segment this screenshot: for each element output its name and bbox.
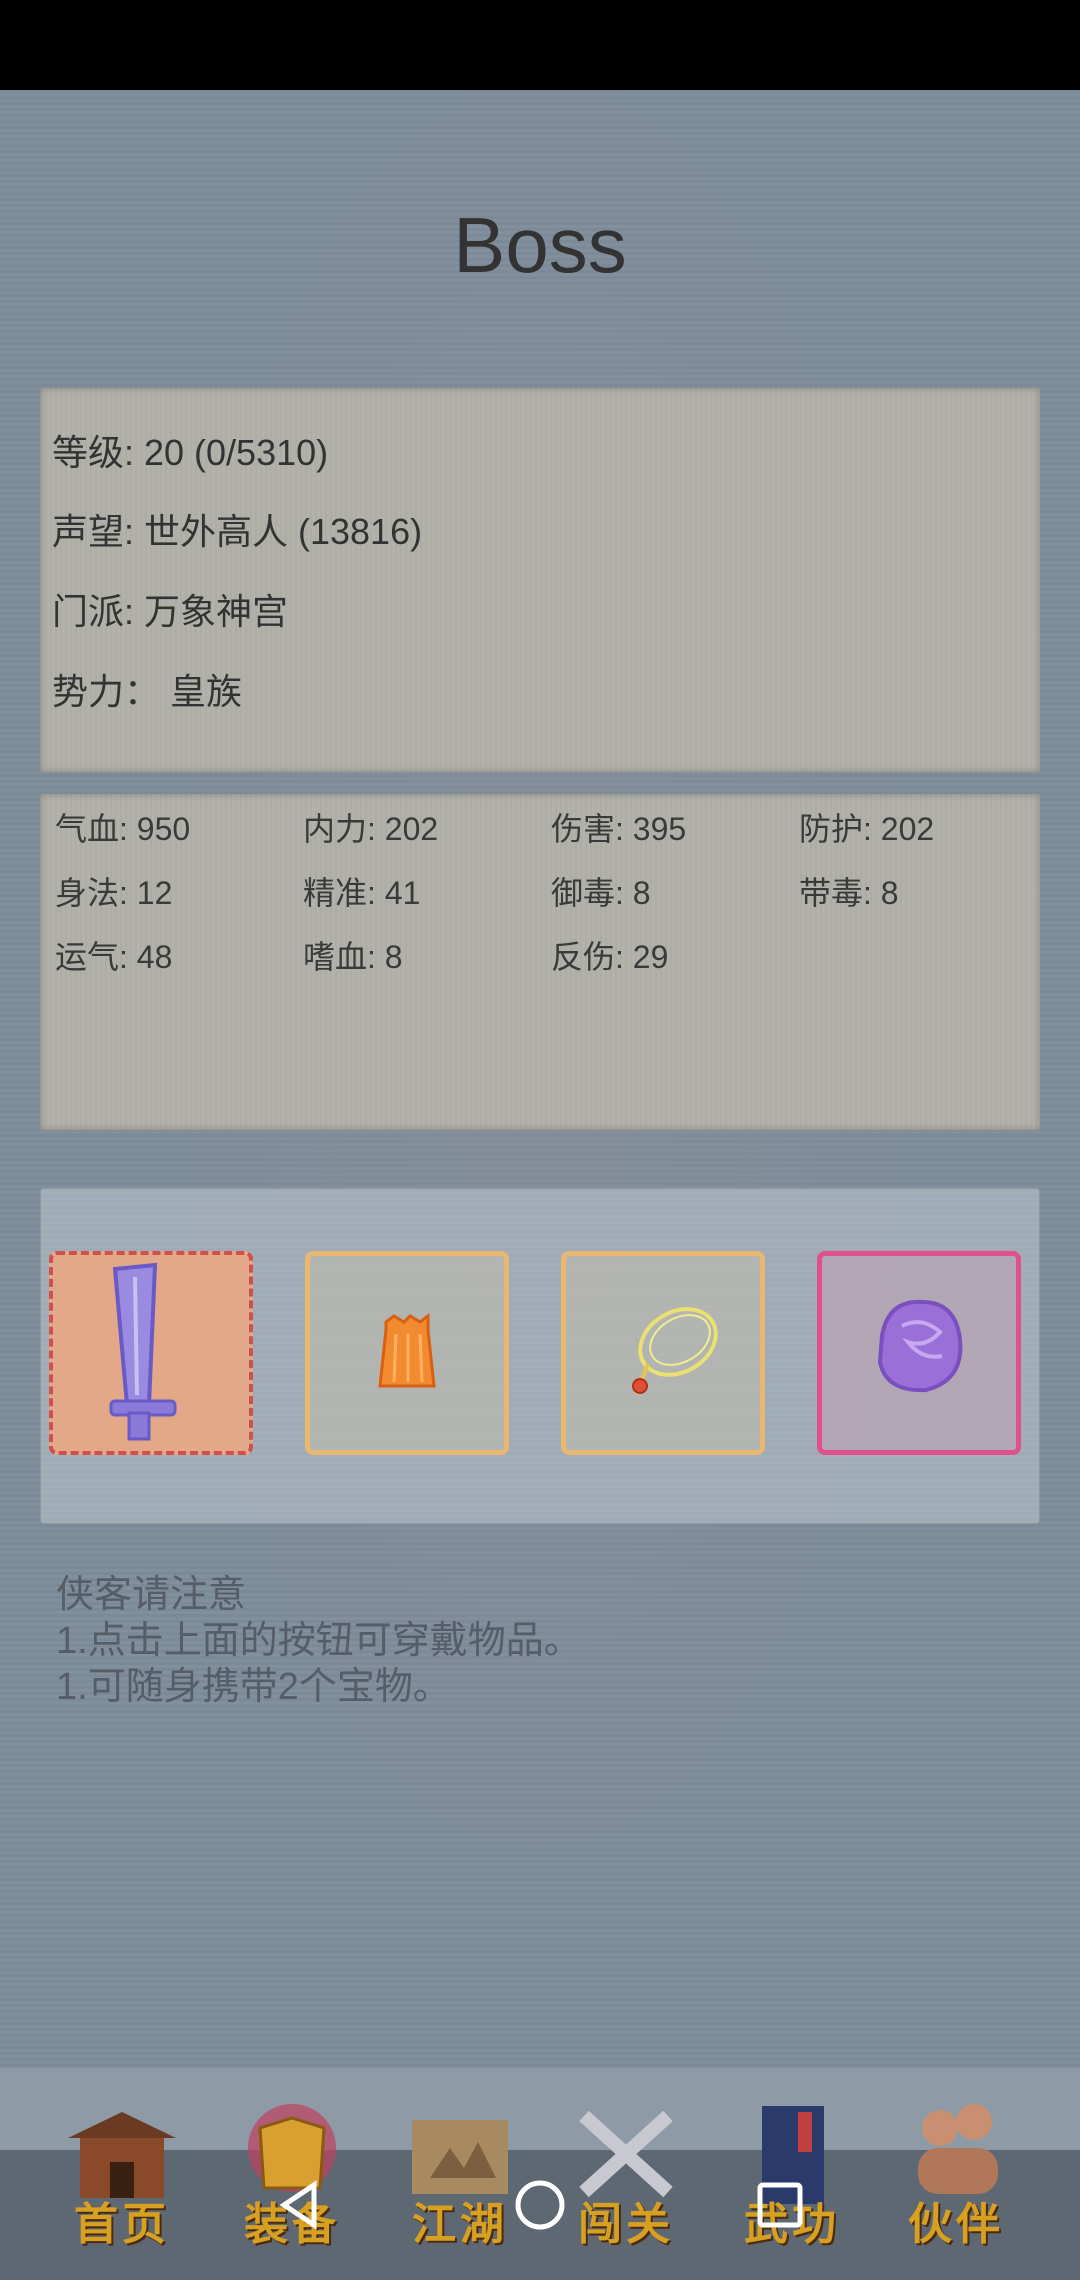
stat-defense: 防护: 202 bbox=[799, 811, 935, 847]
nav-stage[interactable]: 闯关 bbox=[556, 2098, 696, 2258]
stat-accuracy: 精准: 41 bbox=[303, 875, 421, 911]
necklace-icon bbox=[632, 1307, 718, 1395]
nav-home-label: 首页 bbox=[74, 2199, 170, 2250]
home-circle-icon[interactable] bbox=[510, 2175, 570, 2235]
stat-poison-resist: 御毒: 8 bbox=[551, 875, 651, 911]
nav-world-label: 江湖 bbox=[412, 2199, 508, 2250]
faction-text: 势力： 皇族 bbox=[52, 671, 243, 712]
equipment-panel bbox=[40, 1188, 1040, 1524]
stat-poison: 带毒: 8 bbox=[799, 875, 899, 911]
stat-hp: 气血: 950 bbox=[55, 811, 191, 847]
notice-heading: 侠客请注意 bbox=[56, 1574, 247, 1616]
attributes-panel: 气血: 950 内力: 202 伤害: 395 防护: 202 身法: 12 精… bbox=[40, 794, 1040, 1130]
stat-internal-power: 内力: 202 bbox=[303, 811, 439, 847]
sect-text: 门派: 万象神宫 bbox=[52, 591, 289, 632]
notice-line-2: 1.可随身携带2个宝物。 bbox=[56, 1666, 451, 1708]
notice-line-1: 1.点击上面的按钮可穿戴物品。 bbox=[56, 1620, 582, 1662]
level-text: 等级: 20 (0/5310) bbox=[52, 432, 329, 473]
nav-partner[interactable]: 伙伴 bbox=[886, 2098, 1026, 2258]
notice-section: 侠客请注意 1.点击上面的按钮可穿戴物品。 1.可随身携带2个宝物。 bbox=[56, 1572, 582, 1710]
stat-reflect: 反伤: 29 bbox=[551, 939, 669, 975]
nav-partner-label: 伙伴 bbox=[908, 2199, 1004, 2250]
treasure-slot[interactable] bbox=[817, 1251, 1021, 1455]
sword-icon bbox=[109, 1262, 177, 1441]
back-triangle-icon[interactable] bbox=[270, 2175, 330, 2235]
status-bar bbox=[0, 0, 1080, 90]
stat-luck: 运气: 48 bbox=[55, 939, 173, 975]
weapon-slot[interactable] bbox=[49, 1251, 253, 1455]
nav-stage-label: 闯关 bbox=[578, 2199, 674, 2250]
orb-icon bbox=[877, 1299, 963, 1393]
stat-damage: 伤害: 395 bbox=[551, 811, 687, 847]
character-info-panel: 等级: 20 (0/5310) 声望: 世外高人 (13816) 门派: 万象神… bbox=[40, 388, 1040, 772]
nav-world[interactable]: 江湖 bbox=[390, 2098, 530, 2258]
nav-home[interactable]: 首页 bbox=[52, 2098, 192, 2258]
reputation-text: 声望: 世外高人 (13816) bbox=[52, 511, 423, 552]
stat-agility: 身法: 12 bbox=[55, 875, 173, 911]
recents-square-icon[interactable] bbox=[750, 2175, 810, 2235]
armor-slot[interactable] bbox=[305, 1251, 509, 1455]
stat-lifesteal: 嗜血: 8 bbox=[303, 939, 403, 975]
page-title: Boss bbox=[453, 201, 627, 289]
necklace-slot[interactable] bbox=[561, 1251, 765, 1455]
armor-icon bbox=[378, 1313, 436, 1388]
